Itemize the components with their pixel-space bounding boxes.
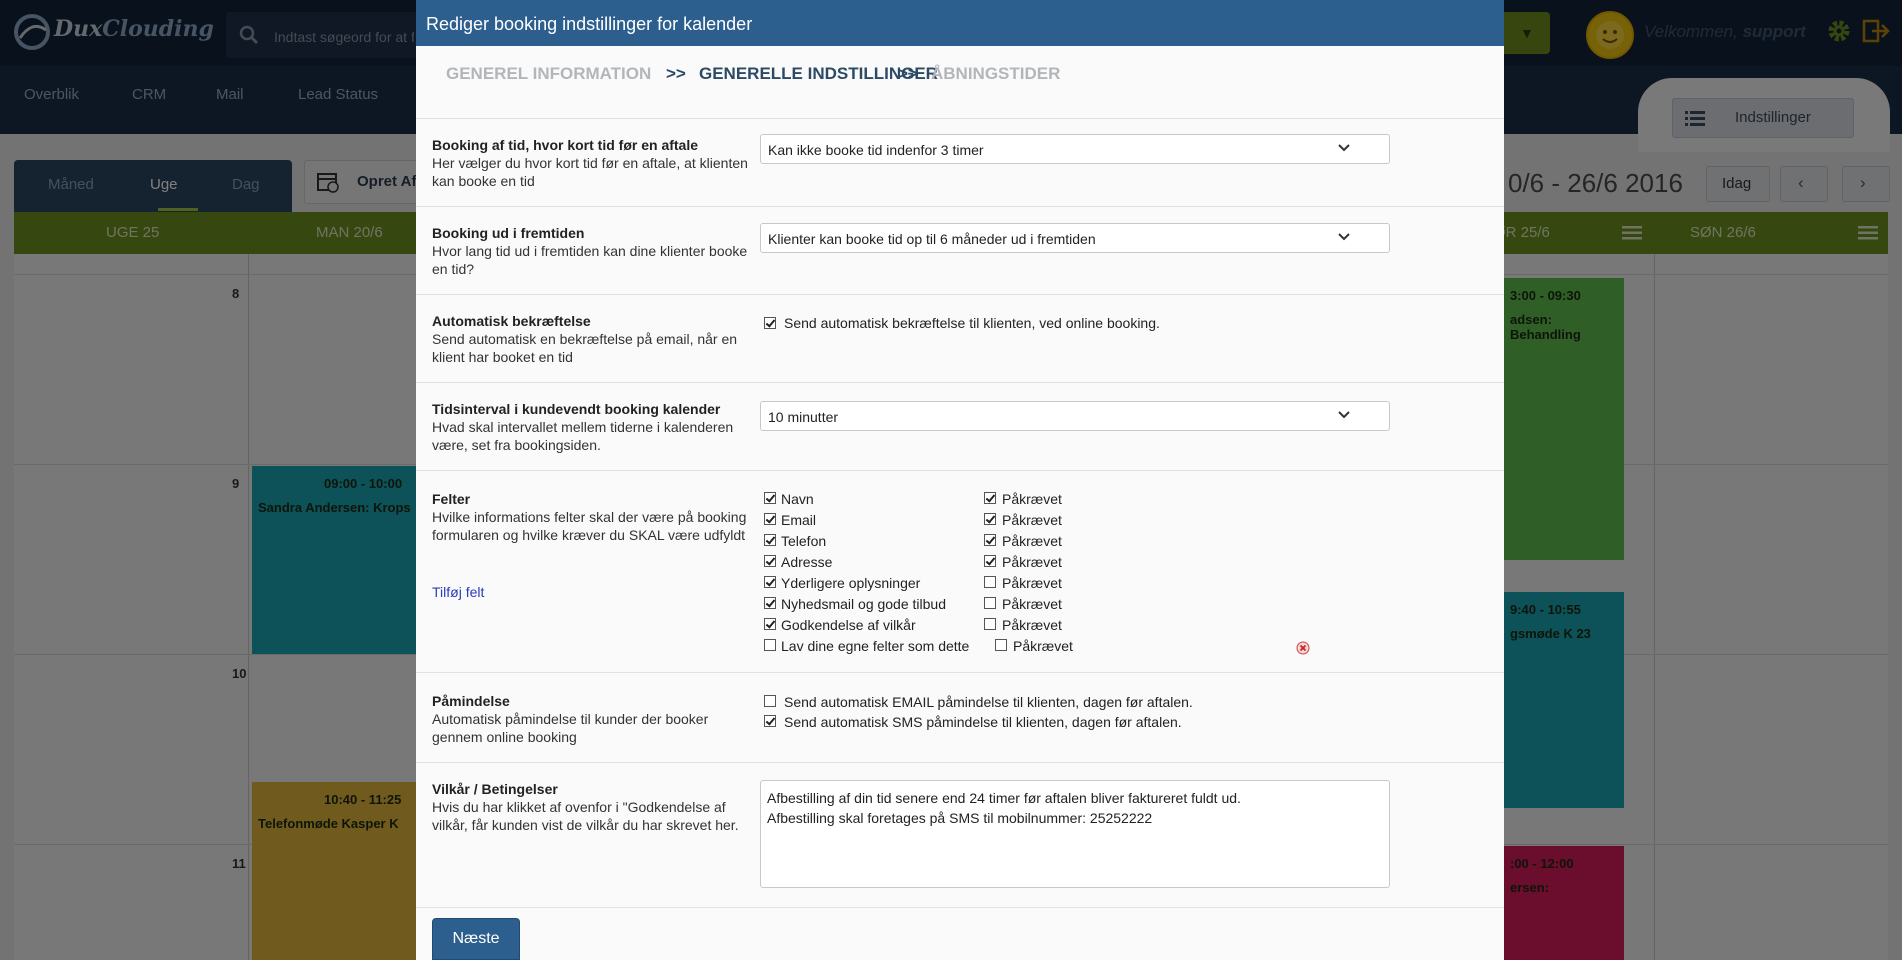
next-button[interactable]: Næste [432, 918, 520, 960]
step-separator: >> [898, 64, 918, 83]
required-label: Påkrævet [1002, 491, 1062, 507]
auto-confirm-checkbox[interactable] [764, 317, 776, 329]
required-label: Påkrævet [1002, 554, 1062, 570]
step-opening-hours[interactable]: ÅBNINGSTIDER [931, 64, 1060, 84]
setting-description: Hvor lang tid ud i fremtiden kan dine kl… [432, 243, 748, 277]
setting-title: Booking af tid, hvor kort tid før en aft… [432, 137, 699, 153]
field-required-checkbox[interactable] [984, 555, 996, 567]
field-label: Navn [781, 491, 814, 507]
field-label: Yderligere oplysninger [781, 575, 921, 591]
required-label: Påkrævet [1002, 617, 1062, 633]
setting-row-fields: Felter Hvilke informations felter skal d… [416, 470, 1504, 673]
checkbox-label: Send automatisk bekræftelse til klienten… [784, 315, 1160, 331]
setting-title: Påmindelse [432, 693, 510, 709]
required-label: Påkrævet [1002, 533, 1062, 549]
field-enabled-checkbox[interactable] [764, 576, 776, 588]
field-label: Adresse [781, 554, 833, 570]
add-field-link[interactable]: Tilføj felt [432, 584, 484, 600]
setting-row-reminder: Påmindelse Automatisk påmindelse til kun… [416, 672, 1504, 763]
required-label: Påkrævet [1002, 596, 1062, 612]
field-required-checkbox[interactable] [984, 576, 996, 588]
field-label: Nyhedsmail og gode tilbud [781, 596, 946, 612]
chevron-down-icon [1338, 411, 1350, 419]
remove-field-icon[interactable] [1296, 641, 1310, 655]
short-notice-select[interactable]: Kan ikke booke tid indenfor 3 timer [760, 134, 1390, 164]
setting-title: Vilkår / Betingelser [432, 781, 558, 797]
field-required-checkbox[interactable] [984, 597, 996, 609]
field-enabled-checkbox[interactable] [764, 534, 776, 546]
field-enabled-checkbox[interactable] [764, 597, 776, 609]
interval-select[interactable]: 10 minutter [760, 401, 1390, 431]
email-reminder-checkbox[interactable] [764, 695, 776, 707]
field-label: Telefon [781, 533, 827, 549]
setting-title: Felter [432, 491, 471, 507]
setting-row-interval: Tidsinterval i kundevendt booking kalend… [416, 382, 1504, 471]
setting-title: Automatisk bekræftelse [432, 313, 591, 329]
setting-description: Her vælger du hvor kort tid før en aftal… [432, 155, 748, 189]
setting-row-auto-confirm: Automatisk bekræftelse Send automatisk e… [416, 294, 1504, 383]
step-general-information[interactable]: GENEREL INFORMATION [446, 64, 651, 84]
setting-title: Tidsinterval i kundevendt booking kalend… [432, 401, 721, 417]
field-label: Email [781, 512, 817, 528]
modal-header: Rediger booking indstillinger for kalend… [416, 0, 1504, 46]
setting-row-future-booking: Booking ud i fremtiden Hvor lang tid ud … [416, 206, 1504, 295]
setting-description: Hvis du har klikket af ovenfor i "Godken… [432, 799, 739, 833]
custom-field-label: Lav dine egne felter som dette [781, 638, 970, 654]
required-label: Påkrævet [1002, 575, 1062, 591]
booking-settings-modal: Rediger booking indstillinger for kalend… [416, 0, 1504, 960]
required-label: Påkrævet [1002, 512, 1062, 528]
field-required-checkbox[interactable] [984, 492, 996, 504]
field-required-checkbox[interactable] [984, 534, 996, 546]
sms-reminder-checkbox[interactable] [764, 715, 776, 727]
field-enabled-checkbox[interactable] [764, 555, 776, 567]
modal-title: Rediger booking indstillinger for kalend… [426, 14, 753, 34]
chevron-down-icon [1338, 144, 1350, 152]
checkbox-label: Send automatisk EMAIL påmindelse til kli… [784, 694, 1193, 710]
checkbox-label: Send automatisk SMS påmindelse til klien… [784, 714, 1182, 730]
setting-description: Hvilke informations felter skal der være… [432, 509, 747, 543]
field-enabled-checkbox[interactable] [764, 513, 776, 525]
field-required-checkbox[interactable] [984, 513, 996, 525]
required-label: Påkrævet [1013, 638, 1073, 654]
terms-textarea[interactable]: Afbestilling af din tid senere end 24 ti… [760, 780, 1390, 888]
future-booking-select[interactable]: Klienter kan booke tid op til 6 måneder … [760, 223, 1390, 253]
setting-title: Booking ud i fremtiden [432, 225, 585, 241]
field-required-checkbox[interactable] [984, 618, 996, 630]
field-enabled-checkbox[interactable] [764, 492, 776, 504]
setting-description: Hvad skal intervallet mellem tiderne i k… [432, 419, 734, 453]
setting-description: Automatisk påmindelse til kunder der boo… [432, 711, 709, 745]
field-enabled-checkbox[interactable] [764, 618, 776, 630]
setting-row-short-notice: Booking af tid, hvor kort tid før en aft… [416, 118, 1504, 207]
field-label: Godkendelse af vilkår [781, 617, 916, 633]
chevron-down-icon [1338, 233, 1350, 241]
custom-field-enabled-checkbox[interactable] [764, 639, 776, 651]
setting-description: Send automatisk en bekræftelse på email,… [432, 331, 738, 365]
step-separator: >> [666, 64, 686, 83]
custom-field-required-checkbox[interactable] [995, 639, 1007, 651]
